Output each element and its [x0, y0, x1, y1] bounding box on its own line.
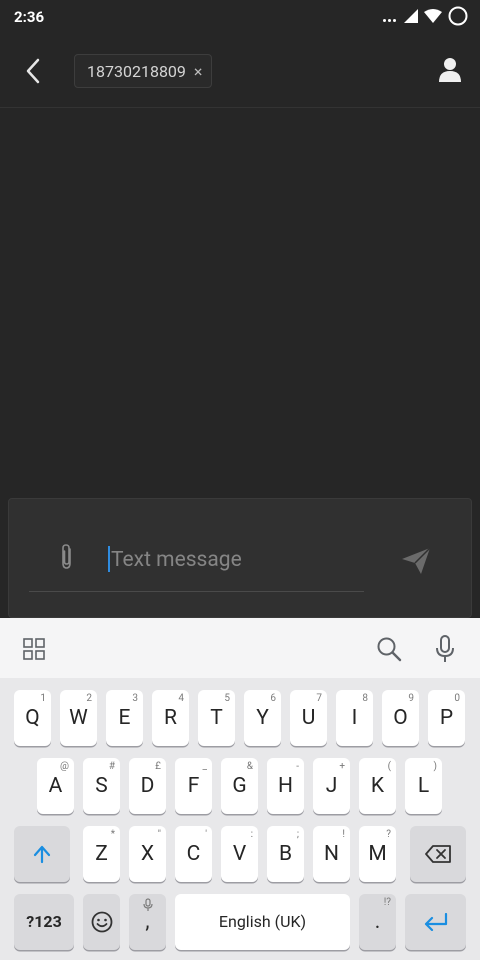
key-r[interactable]: 4R: [152, 690, 189, 746]
key-y[interactable]: 6Y: [244, 690, 281, 746]
backspace-key[interactable]: [410, 826, 466, 882]
recipient-number: 18730218809: [87, 61, 186, 81]
key-u[interactable]: 7U: [290, 690, 327, 746]
shift-arrow-icon: [33, 845, 51, 864]
message-input[interactable]: [109, 541, 363, 579]
symbols-key[interactable]: ?123: [14, 894, 74, 950]
wifi-icon: [424, 9, 442, 23]
back-arrow-icon[interactable]: [22, 56, 48, 86]
backspace-icon: [425, 845, 451, 863]
key-p[interactable]: 0P: [428, 690, 465, 746]
key-t[interactable]: 5T: [198, 690, 235, 746]
key-d[interactable]: £ D: [129, 758, 166, 814]
key-v[interactable]: :V: [221, 826, 258, 882]
emoji-key[interactable]: [83, 894, 120, 950]
send-icon[interactable]: [401, 547, 431, 575]
shift-key[interactable]: [14, 826, 70, 882]
key-k[interactable]: (K: [359, 758, 396, 814]
status-bar: 2:36: [0, 0, 480, 34]
contact-person-icon[interactable]: [436, 56, 464, 84]
key-h[interactable]: -H: [267, 758, 304, 814]
attachment-clip-icon[interactable]: [57, 543, 77, 571]
key-q[interactable]: 1Q: [14, 690, 51, 746]
key-a[interactable]: @ A: [37, 758, 74, 814]
key-n[interactable]: ! N: [313, 826, 350, 882]
key-c[interactable]: ' C: [175, 826, 212, 882]
key-w[interactable]: 2W: [60, 690, 97, 746]
voice-hint-icon: [143, 898, 153, 911]
recipient-chip[interactable]: 18730218809 ×: [74, 54, 212, 88]
key-i[interactable]: 8I: [336, 690, 373, 746]
more-notifications-icon: [383, 11, 396, 22]
key-m[interactable]: ? M: [359, 826, 396, 882]
key-s[interactable]: # S: [83, 758, 120, 814]
status-time: 2:36: [14, 8, 45, 26]
cell-signal-icon: [404, 9, 418, 23]
enter-key[interactable]: [405, 894, 466, 950]
key-g[interactable]: & G: [221, 758, 258, 814]
key-x[interactable]: " X: [129, 826, 166, 882]
period-key[interactable]: !? .: [359, 894, 396, 950]
space-key[interactable]: English (UK): [175, 894, 350, 950]
microphone-icon[interactable]: [434, 634, 456, 664]
comma-key[interactable]: ,: [129, 894, 166, 950]
search-icon[interactable]: [376, 636, 402, 662]
key-j[interactable]: + J: [313, 758, 350, 814]
status-icons: [383, 6, 468, 26]
remove-recipient-icon[interactable]: ×: [194, 62, 203, 81]
key-l[interactable]: ) L: [405, 758, 442, 814]
key-o[interactable]: 9O: [382, 690, 419, 746]
key-e[interactable]: 3E: [106, 690, 143, 746]
enter-arrow-icon: [424, 912, 447, 932]
input-underline: [29, 591, 364, 592]
soft-keyboard: 1Q 2W 3E 4R 5T 6Y 7U 8I 9O 0P @ A # S £ D _…: [0, 618, 480, 960]
apps-grid-icon[interactable]: [23, 638, 45, 660]
key-b[interactable]: ; B: [267, 826, 304, 882]
keyboard-toolbar: [0, 618, 480, 678]
message-composer: [8, 498, 472, 618]
battery-circle-icon: [448, 6, 468, 26]
key-f[interactable]: _ F: [175, 758, 212, 814]
emoji-smile-icon: [91, 911, 112, 933]
key-z[interactable]: * Z: [83, 826, 120, 882]
conversation-header: 18730218809 ×: [0, 34, 480, 108]
